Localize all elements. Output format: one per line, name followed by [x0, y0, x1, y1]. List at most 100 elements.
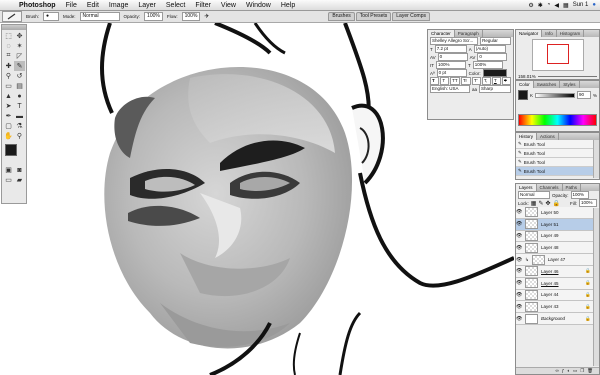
lock-pixels-icon[interactable]: ✎ [538, 200, 543, 207]
navigator-view-box[interactable] [546, 44, 569, 64]
layer-row[interactable]: 👁 Layer 50 [516, 207, 599, 219]
visibility-eye-icon[interactable]: 👁 [516, 304, 522, 310]
eyedropper-tool-icon[interactable]: ⚗ [14, 121, 25, 131]
menu-app[interactable]: Photoshop [14, 2, 61, 9]
all-caps-button[interactable]: TT [450, 77, 460, 85]
airbrush-icon[interactable]: ✈ [204, 13, 209, 20]
sync-icon[interactable]: ⚙ [528, 2, 533, 9]
tracking-field[interactable]: 0 [477, 53, 508, 61]
history-brush-icon[interactable]: ↺ [14, 71, 25, 81]
faux-italic-button[interactable]: T [440, 77, 450, 85]
tab-info[interactable]: Info [542, 30, 557, 37]
well-tab-tool-presets[interactable]: Tool Presets [355, 12, 392, 21]
navigator-preview[interactable] [531, 39, 584, 71]
font-style-select[interactable]: Regular [480, 37, 511, 45]
visibility-eye-icon[interactable]: 👁 [516, 292, 522, 298]
history-state[interactable]: ✎ Brush Tool [516, 149, 599, 158]
shape-tool-icon[interactable]: ▬ [14, 111, 25, 121]
underline-button[interactable]: T [491, 77, 501, 85]
visibility-eye-icon[interactable]: 👁 [516, 221, 522, 227]
pen-tool-icon[interactable]: ✒ [3, 111, 14, 121]
layer-row[interactable]: 👁 Layer 45 🔒 [516, 277, 599, 290]
layer-row[interactable]: 👁 Layer 48 [516, 242, 599, 255]
zoom-slider[interactable] [537, 75, 597, 77]
layer-row[interactable]: 👁 Layer 49 [516, 230, 599, 243]
tab-styles[interactable]: Styles [560, 81, 580, 88]
notes-tool-icon[interactable]: ▢ [3, 121, 14, 131]
crop-tool-icon[interactable]: ⌗ [3, 51, 14, 61]
subscript-button[interactable]: T, [481, 77, 491, 85]
clone-stamp-icon[interactable]: ⚲ [3, 71, 14, 81]
brush-tool-icon[interactable]: ✎ [14, 61, 25, 71]
language-select[interactable]: English: USA [430, 85, 470, 93]
hand-tool-icon[interactable]: ✋ [3, 131, 14, 141]
font-size-field[interactable]: 7.2 pt [434, 45, 467, 53]
visibility-eye-icon[interactable]: 👁 [516, 280, 522, 286]
well-tab-brushes[interactable]: Brushes [328, 12, 355, 21]
layer-row-selected[interactable]: 👁 Layer 51 [516, 218, 599, 231]
visibility-eye-icon[interactable]: 👁 [516, 257, 522, 263]
menu-image[interactable]: Image [104, 2, 133, 9]
history-scrollbar[interactable] [593, 140, 599, 178]
history-state[interactable]: ✎ Brush Tool [516, 158, 599, 167]
anti-alias-select[interactable]: Sharp [479, 85, 511, 93]
layer-style-icon[interactable]: ƒ [562, 368, 565, 374]
tab-character[interactable]: Character [428, 30, 455, 37]
superscript-button[interactable]: T' [471, 77, 481, 85]
marquee-tool-icon[interactable]: ⬚ [3, 31, 14, 41]
menu-layer[interactable]: Layer [133, 2, 161, 9]
visibility-eye-icon[interactable]: 👁 [516, 316, 522, 322]
k-channel-field[interactable]: 90 [576, 91, 591, 99]
layer-row[interactable]: 👁 ↳ Layer 47 [516, 254, 599, 266]
layer-row[interactable]: 👁 Layer 44 🔒 [516, 289, 599, 302]
history-state-current[interactable]: ✎ Brush Tool [516, 167, 599, 176]
text-color-swatch[interactable] [482, 69, 507, 77]
lasso-tool-icon[interactable]: ◌ [3, 41, 14, 51]
wifi-icon[interactable]: ◔ [547, 2, 551, 8]
visibility-eye-icon[interactable]: 👁 [516, 245, 522, 251]
menu-filter[interactable]: Filter [190, 2, 216, 9]
healing-brush-icon[interactable]: ✚ [3, 61, 14, 71]
menu-select[interactable]: Select [161, 2, 190, 9]
menu-view[interactable]: View [216, 2, 241, 9]
add-mask-icon[interactable]: ◐ [567, 368, 570, 374]
flow-field[interactable]: 100% [181, 12, 201, 21]
menu-file[interactable]: File [61, 2, 82, 9]
history-state[interactable]: ✎ Brush Tool [516, 140, 599, 149]
vertical-scale-field[interactable]: 100% [436, 61, 466, 69]
tab-histogram[interactable]: Histogram [557, 30, 585, 37]
baseline-shift-field[interactable]: 0 pt [436, 69, 467, 77]
strikethrough-button[interactable]: T [501, 77, 512, 85]
horizontal-scale-field[interactable]: 100% [472, 61, 503, 69]
tab-layers[interactable]: Layers [516, 184, 537, 191]
new-group-icon[interactable]: ▭ [573, 368, 577, 374]
tab-paragraph[interactable]: Paragraph [455, 30, 483, 37]
layers-scrollbar[interactable] [593, 208, 599, 366]
gradient-tool-icon[interactable]: ▤ [14, 81, 25, 91]
type-tool-icon[interactable]: T [14, 101, 25, 111]
slice-tool-icon[interactable]: ◸ [14, 51, 25, 61]
link-layers-icon[interactable]: ∞ [556, 368, 559, 374]
quick-mask-icon[interactable]: ◙ [14, 165, 25, 175]
dodge-tool-icon[interactable]: ● [14, 91, 25, 101]
eraser-tool-icon[interactable]: ▭ [3, 81, 14, 91]
tab-color[interactable]: Color [516, 81, 534, 88]
brush-tool-preset[interactable] [2, 11, 22, 22]
screen-mode-icon[interactable]: ▭ [3, 175, 14, 185]
path-selection-icon[interactable]: ➤ [3, 101, 14, 111]
mode-select[interactable]: Normal [79, 12, 120, 21]
zoom-value[interactable]: 158.01% [518, 74, 536, 79]
bluetooth-icon[interactable]: ✱ [538, 2, 543, 9]
well-tab-layer-comps[interactable]: Layer Comps [392, 12, 430, 21]
menu-edit[interactable]: Edit [82, 2, 104, 9]
menu-help[interactable]: Help [276, 2, 300, 9]
kerning-field[interactable]: 0 [437, 53, 468, 61]
trash-icon[interactable]: 🗑 [587, 368, 593, 374]
new-layer-icon[interactable]: ❐ [580, 368, 584, 374]
lock-all-icon[interactable]: 🔒 [553, 200, 560, 207]
lock-transparency-icon[interactable]: ▦ [531, 200, 537, 207]
small-caps-button[interactable]: Tr [460, 77, 471, 85]
standard-mode-icon[interactable]: ▣ [3, 165, 14, 175]
foreground-color-swatch[interactable] [5, 144, 17, 156]
tab-channels[interactable]: Channels [537, 184, 563, 191]
